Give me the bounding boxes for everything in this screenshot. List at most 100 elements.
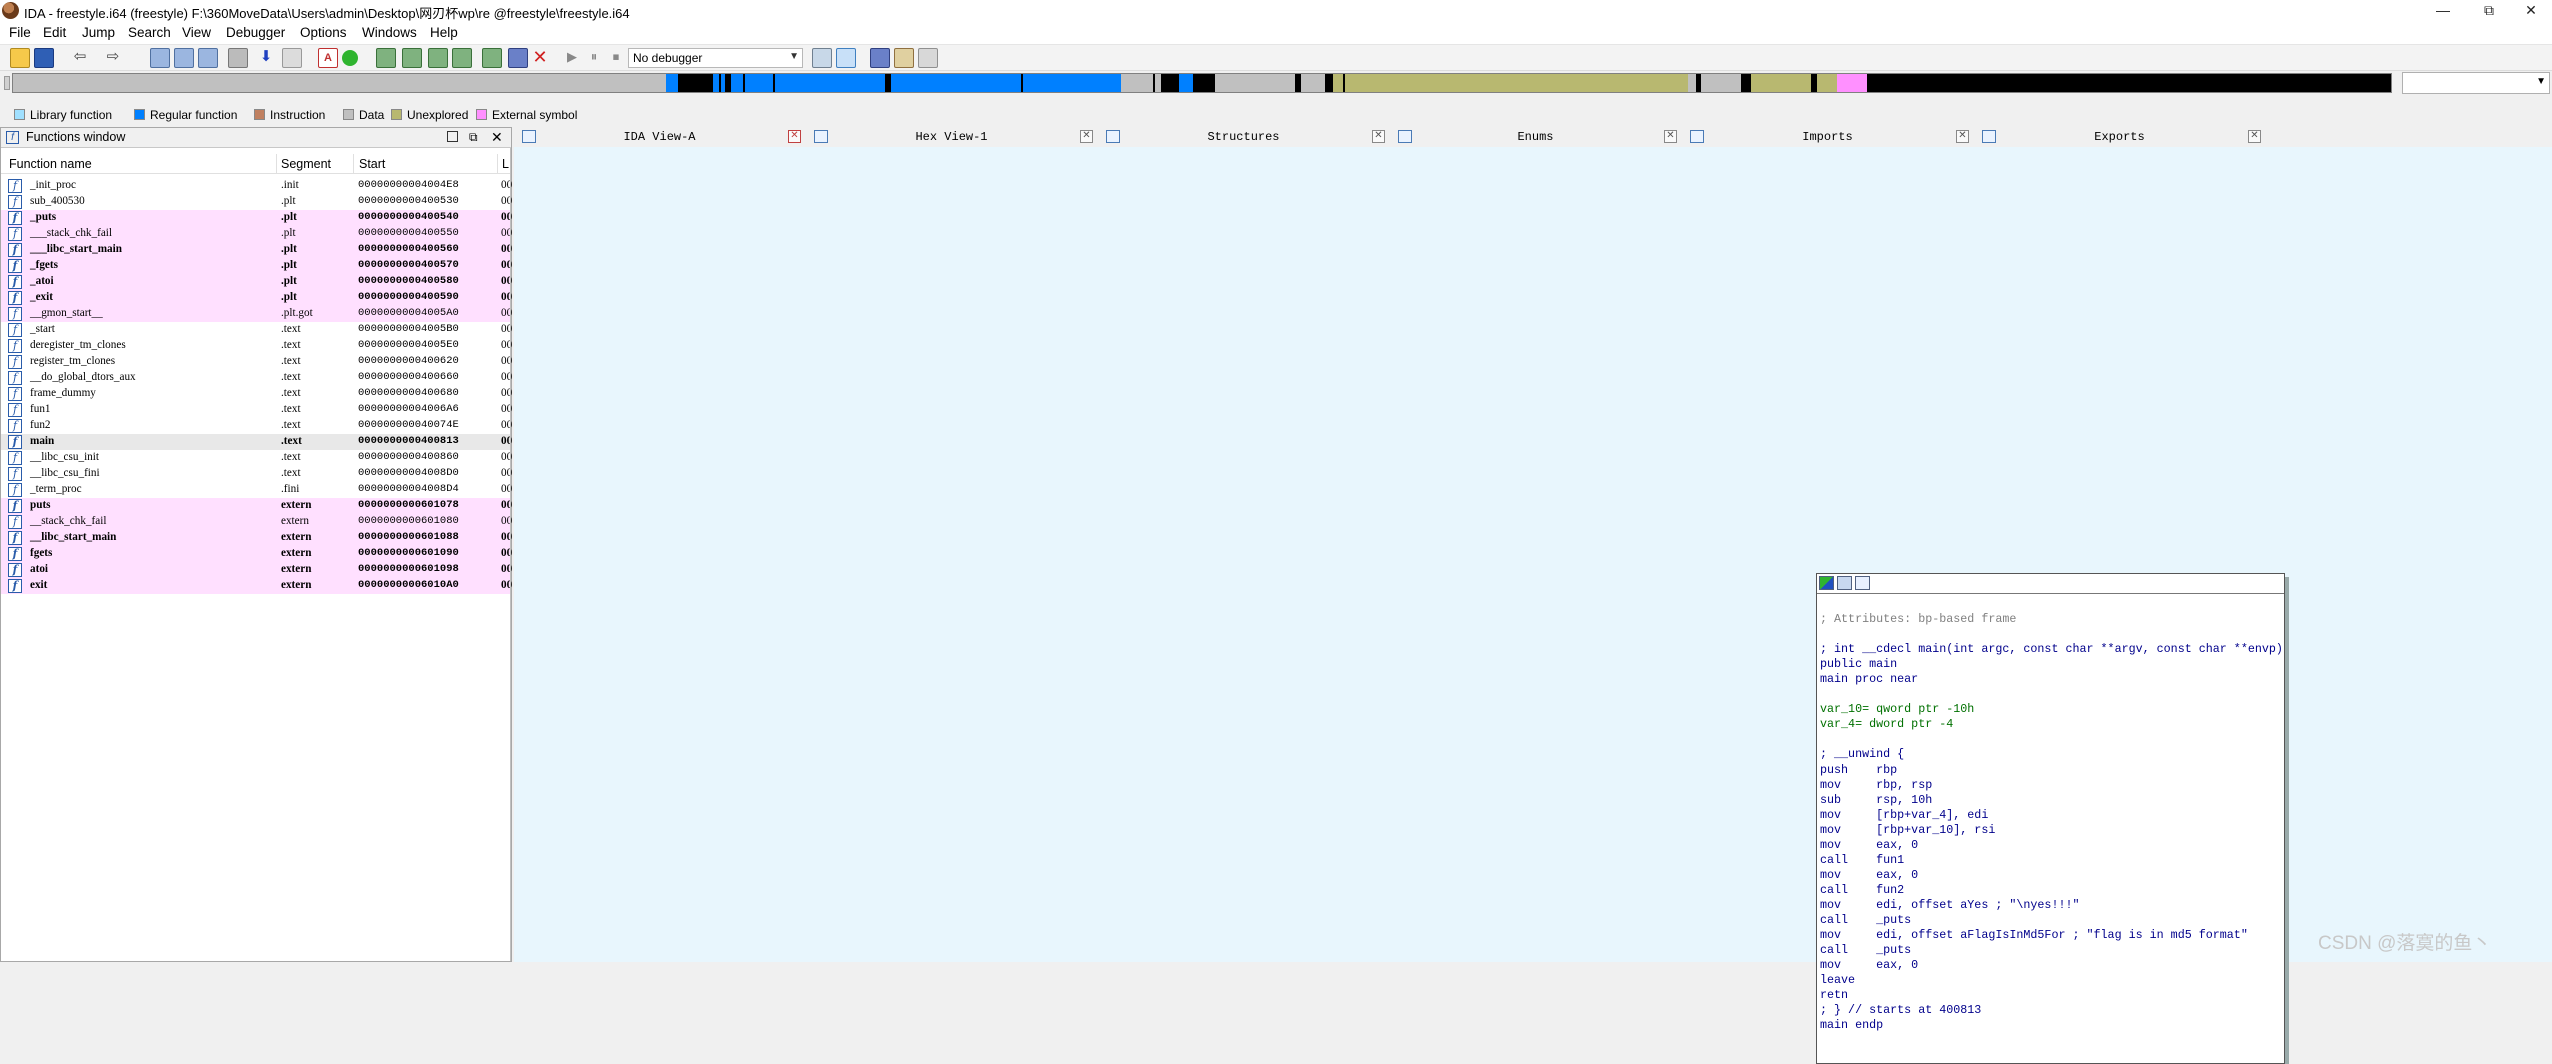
back-arrow-icon[interactable]: ⇦ — [70, 48, 90, 68]
function-row[interactable]: f __do_global_dtors_aux .text 0000000000400… — [1, 370, 512, 386]
maximize-pane-icon[interactable] — [447, 131, 458, 142]
jump-icon[interactable] — [282, 48, 302, 68]
menu-jump[interactable]: Jump — [82, 25, 115, 40]
function-row[interactable]: f deregister_tm_clones .text 00000000004005… — [1, 338, 512, 354]
segments-icon[interactable] — [870, 48, 890, 68]
function-row[interactable]: f _start .text 00000000004005B0 00 — [1, 322, 512, 338]
function-row[interactable]: f register_tm_clones .text 0000000000400620… — [1, 354, 512, 370]
function-row[interactable]: f __stack_chk_fail extern 0000000000601080 0… — [1, 514, 512, 530]
function-row[interactable]: f __libc_csu_fini .text 00000000004008D0 00 — [1, 466, 512, 482]
tab-enums[interactable]: Enums ✕ — [1390, 127, 1681, 147]
tracing-icon[interactable] — [918, 48, 938, 68]
open-folder-icon[interactable] — [10, 48, 30, 68]
column-divider[interactable] — [276, 154, 277, 174]
function-row[interactable]: f __libc_csu_init .text 0000000000400860 00 — [1, 450, 512, 466]
menu-search[interactable]: Search — [128, 25, 171, 40]
menu-view[interactable]: View — [182, 25, 211, 40]
function-row[interactable]: f _atoi .plt 0000000000400580 00 — [1, 274, 512, 290]
navigation-band[interactable] — [12, 73, 2392, 93]
column-segment[interactable]: Segment — [281, 157, 331, 171]
column-divider[interactable] — [353, 154, 354, 174]
node-text-icon[interactable] — [1855, 576, 1870, 590]
refresh-icon[interactable] — [836, 48, 856, 68]
column-start[interactable]: Start — [359, 157, 385, 171]
close-tab-icon[interactable]: ✕ — [1372, 130, 1385, 143]
function-start: 0000000000601088 — [358, 531, 459, 543]
node-group-icon[interactable] — [1837, 576, 1852, 590]
pane-splitter[interactable] — [510, 148, 511, 961]
menu-file[interactable]: File — [9, 25, 31, 40]
tab-imports[interactable]: Imports ✕ — [1682, 127, 1973, 147]
close-tab-icon[interactable]: ✕ — [2248, 130, 2261, 143]
user-xrefs-icon[interactable] — [482, 48, 502, 68]
green-circle-icon[interactable] — [342, 50, 358, 66]
tab-structures[interactable]: Structures ✕ — [1098, 127, 1389, 147]
patch-icon[interactable] — [228, 48, 248, 68]
function-row[interactable]: f __gmon_start__ .plt.got 00000000004005A0 0… — [1, 306, 512, 322]
down-arrow-icon[interactable]: ⬇ — [256, 48, 276, 68]
menu-help[interactable]: Help — [430, 25, 458, 40]
close-window-button[interactable]: ✕ — [2508, 0, 2552, 22]
function-row[interactable]: f exit extern 00000000006010A0 00 — [1, 578, 512, 594]
column-length[interactable]: L — [502, 157, 509, 171]
function-row[interactable]: f _exit .plt 0000000000400590 00 — [1, 290, 512, 306]
pause-icon[interactable]: ⏸ — [584, 48, 604, 68]
forward-arrow-icon[interactable]: ⇨ — [103, 48, 123, 68]
column-divider[interactable] — [497, 154, 498, 174]
menu-options[interactable]: Options — [300, 25, 347, 40]
menu-debugger[interactable]: Debugger — [226, 25, 285, 40]
function-row[interactable]: f atoi extern 0000000000601098 00 — [1, 562, 512, 578]
node-color-icon[interactable] — [1819, 576, 1834, 590]
function-row[interactable]: f puts extern 0000000000601078 00 — [1, 498, 512, 514]
function-row[interactable]: f _puts .plt 0000000000400540 00 — [1, 210, 512, 226]
navband-zoom-select[interactable]: ▼ — [2402, 72, 2550, 94]
tab-hex-view-1[interactable]: Hex View-1 ✕ — [806, 127, 1097, 147]
close-tab-icon[interactable]: ✕ — [788, 130, 801, 143]
graph-node-main[interactable]: ; Attributes: bp-based frame ; int __cdec… — [1816, 573, 2285, 1064]
restore-button[interactable]: ⧉ — [2466, 0, 2512, 22]
function-row[interactable]: f _fgets .plt 0000000000400570 00 — [1, 258, 512, 274]
stop-icon[interactable]: ✕ — [530, 48, 550, 68]
function-row[interactable]: f _term_proc .fini 00000000004008D4 00 — [1, 482, 512, 498]
minimize-button[interactable]: — — [2420, 0, 2466, 22]
xrefs-to-icon[interactable] — [428, 48, 448, 68]
flowchart-icon[interactable] — [402, 48, 422, 68]
column-function-name[interactable]: Function name — [9, 157, 92, 171]
function-row[interactable]: f fun2 .text 000000000040074E 00 — [1, 418, 512, 434]
immediate-search-icon[interactable] — [198, 48, 218, 68]
save-icon[interactable] — [34, 48, 54, 68]
tab-exports[interactable]: Exports ✕ — [1974, 127, 2265, 147]
function-row[interactable]: f ___libc_start_main .plt 0000000000400560 0… — [1, 242, 512, 258]
call-graph-icon[interactable] — [508, 48, 528, 68]
assembly-listing[interactable]: ; Attributes: bp-based frame ; int __cdec… — [1820, 597, 2283, 1033]
close-tab-icon[interactable]: ✕ — [1956, 130, 1969, 143]
run-icon[interactable]: ▶ — [562, 48, 582, 68]
legend-swatch — [254, 109, 265, 120]
tab-ida-view-a[interactable]: IDA View-A ✕ — [514, 127, 805, 147]
terminate-icon[interactable]: ⏹ — [606, 48, 626, 68]
font-icon[interactable]: A — [318, 48, 338, 68]
debug-options-icon[interactable] — [812, 48, 832, 68]
asm-line: mov eax, 0 — [1820, 837, 1919, 852]
function-row[interactable]: f fun1 .text 00000000004006A6 00 — [1, 402, 512, 418]
function-row[interactable]: f ___stack_chk_fail .plt 0000000000400550 00 — [1, 226, 512, 242]
function-row[interactable]: f sub_400530 .plt 0000000000400530 00 — [1, 194, 512, 210]
text-search-icon[interactable] — [174, 48, 194, 68]
function-row[interactable]: f frame_dummy .text 0000000000400680 00 — [1, 386, 512, 402]
function-row[interactable]: f main .text 0000000000400813 00 — [1, 434, 512, 450]
debugger-select[interactable]: No debugger ▼ — [628, 48, 803, 68]
navband-left-handle[interactable] — [4, 76, 10, 90]
float-pane-icon[interactable]: ⧉ — [469, 130, 478, 145]
close-pane-icon[interactable]: ✕ — [491, 129, 503, 146]
graph-icon[interactable] — [376, 48, 396, 68]
close-tab-icon[interactable]: ✕ — [1664, 130, 1677, 143]
xrefs-from-icon[interactable] — [452, 48, 472, 68]
function-row[interactable]: f _init_proc .init 00000000004004E8 00 — [1, 178, 512, 194]
function-row[interactable]: f __libc_start_main extern 0000000000601088… — [1, 530, 512, 546]
breakpoints-icon[interactable] — [894, 48, 914, 68]
close-tab-icon[interactable]: ✕ — [1080, 130, 1093, 143]
menu-windows[interactable]: Windows — [362, 25, 417, 40]
function-row[interactable]: f fgets extern 0000000000601090 00 — [1, 546, 512, 562]
binary-search-icon[interactable] — [150, 48, 170, 68]
menu-edit[interactable]: Edit — [43, 25, 66, 40]
